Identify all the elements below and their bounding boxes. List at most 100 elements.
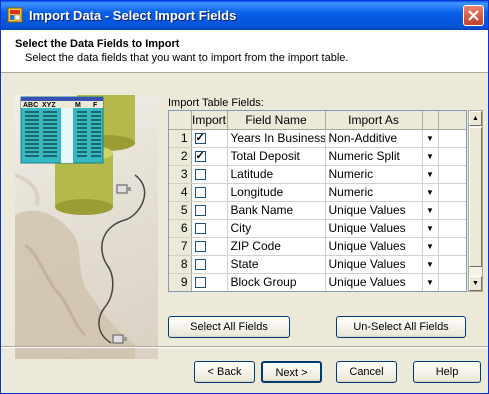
import-checkbox[interactable] — [194, 205, 206, 217]
table-row[interactable]: 5 Bank Name Unique Values ▼ — [169, 201, 466, 220]
blank-cell — [438, 129, 466, 148]
blank-cell — [438, 237, 466, 256]
back-button[interactable]: < Back — [194, 361, 255, 383]
cancel-button[interactable]: Cancel — [336, 361, 397, 383]
help-button[interactable]: Help — [413, 361, 481, 383]
import-as-dropdown[interactable]: ▼ — [422, 255, 439, 274]
field-name-cell[interactable]: Years In Business — [227, 129, 326, 148]
import-column-header[interactable]: Import — [191, 111, 228, 130]
row-number: 2 — [169, 147, 192, 166]
import-as-cell[interactable]: Unique Values — [325, 201, 423, 220]
dropdown-column-header — [422, 111, 439, 130]
import-checkbox[interactable]: ✓ — [194, 132, 206, 145]
import-checkbox-cell[interactable]: ✓ — [191, 147, 228, 166]
import-checkbox-cell[interactable] — [191, 237, 228, 256]
import-as-cell[interactable]: Unique Values — [325, 273, 423, 291]
field-name-cell[interactable]: Total Deposit — [227, 147, 326, 166]
dropdown-arrow-icon: ▼ — [426, 187, 434, 197]
import-as-cell[interactable]: Numeric — [325, 183, 423, 202]
import-checkbox[interactable] — [194, 259, 206, 271]
table-row[interactable]: 2 ✓ Total Deposit Numeric Split ▼ — [169, 147, 466, 166]
dropdown-arrow-icon: ▼ — [426, 277, 434, 287]
import-checkbox-cell[interactable]: ✓ — [191, 129, 228, 148]
field-name-cell[interactable]: State — [227, 255, 326, 274]
select-all-button[interactable]: Select All Fields — [168, 316, 290, 338]
header-title: Select the Data Fields to Import — [15, 38, 180, 50]
import-as-cell[interactable]: Unique Values — [325, 255, 423, 274]
scroll-thumb[interactable] — [469, 127, 482, 267]
field-name-cell[interactable]: Bank Name — [227, 201, 326, 220]
import-as-dropdown[interactable]: ▼ — [422, 201, 439, 220]
import-as-cell[interactable]: Non-Additive — [325, 129, 423, 148]
import-as-column-header[interactable]: Import As — [325, 111, 423, 130]
import-checkbox[interactable]: ✓ — [194, 150, 206, 163]
row-number: 5 — [169, 201, 192, 220]
import-checkbox-cell[interactable] — [191, 219, 228, 238]
row-number: 8 — [169, 255, 192, 274]
close-button[interactable] — [463, 5, 484, 26]
scroll-up-button[interactable]: ▲ — [469, 111, 482, 126]
import-checkbox[interactable] — [194, 277, 206, 289]
app-icon — [7, 7, 23, 23]
blank-cell — [438, 147, 466, 166]
import-checkbox-cell[interactable] — [191, 273, 228, 291]
field-name-cell[interactable]: Block Group — [227, 273, 326, 291]
table-row[interactable]: 6 City Unique Values ▼ — [169, 219, 466, 238]
import-as-cell[interactable]: Unique Values — [325, 237, 423, 256]
import-as-cell[interactable]: Numeric Split — [325, 147, 423, 166]
import-as-cell[interactable]: Unique Values — [325, 219, 423, 238]
blank-cell — [438, 165, 466, 184]
fields-grid[interactable]: Import Field Name Import As 1 ✓ Years In B… — [168, 110, 467, 292]
dropdown-arrow-icon: ▼ — [426, 169, 434, 179]
import-checkbox[interactable] — [194, 187, 206, 199]
table-row[interactable]: 7 ZIP Code Unique Values ▼ — [169, 237, 466, 256]
import-as-dropdown[interactable]: ▼ — [422, 147, 439, 166]
window-title: Import Data - Select Import Fields — [29, 8, 237, 23]
scroll-down-button[interactable]: ▼ — [469, 276, 482, 291]
field-name-cell[interactable]: Latitude — [227, 165, 326, 184]
import-checkbox-cell[interactable] — [191, 183, 228, 202]
import-as-dropdown[interactable]: ▼ — [422, 129, 439, 148]
import-as-dropdown[interactable]: ▼ — [422, 165, 439, 184]
table-row[interactable]: 8 State Unique Values ▼ — [169, 255, 466, 274]
scroll-up-icon: ▲ — [472, 115, 479, 122]
import-checkbox[interactable] — [194, 241, 206, 253]
import-checkbox-cell[interactable] — [191, 255, 228, 274]
scroll-down-icon: ▼ — [472, 280, 479, 287]
import-as-dropdown[interactable]: ▼ — [422, 219, 439, 238]
table-row[interactable]: 4 Longitude Numeric ▼ — [169, 183, 466, 202]
next-button[interactable]: Next > — [261, 361, 322, 383]
blank-cell — [438, 201, 466, 220]
import-checkbox[interactable] — [194, 169, 206, 181]
field-name-column-header[interactable]: Field Name — [227, 111, 326, 130]
grid-header-row: Import Field Name Import As — [169, 111, 466, 130]
import-checkbox-cell[interactable] — [191, 165, 228, 184]
import-as-dropdown[interactable]: ▼ — [422, 273, 439, 291]
dropdown-arrow-icon: ▼ — [426, 259, 434, 269]
title-bar[interactable]: Import Data - Select Import Fields — [1, 1, 488, 30]
grid-scrollbar[interactable]: ▲ ▼ — [468, 110, 483, 292]
field-name-cell[interactable]: City — [227, 219, 326, 238]
table-row[interactable]: 9 Block Group Unique Values ▼ — [169, 273, 466, 291]
blank-cell — [438, 183, 466, 202]
field-name-cell[interactable]: ZIP Code — [227, 237, 326, 256]
blank-column-header — [438, 111, 466, 130]
import-checkbox-cell[interactable] — [191, 201, 228, 220]
row-number: 4 — [169, 183, 192, 202]
field-name-cell[interactable]: Longitude — [227, 183, 326, 202]
import-as-cell[interactable]: Numeric — [325, 165, 423, 184]
illustration-graphic: ABC XYZ M F — [15, 95, 146, 359]
table-row[interactable]: 3 Latitude Numeric ▼ — [169, 165, 466, 184]
import-as-dropdown[interactable]: ▼ — [422, 183, 439, 202]
import-illustration: ABC XYZ M F — [15, 95, 158, 359]
import-as-dropdown[interactable]: ▼ — [422, 237, 439, 256]
row-number: 9 — [169, 273, 192, 291]
table-row[interactable]: 1 ✓ Years In Business Non-Additive ▼ — [169, 129, 466, 148]
row-number: 7 — [169, 237, 192, 256]
import-checkbox[interactable] — [194, 223, 206, 235]
dropdown-arrow-icon: ▼ — [426, 133, 434, 143]
illus-col-f: F — [93, 102, 98, 109]
unselect-all-button[interactable]: Un-Select All Fields — [336, 316, 466, 338]
dropdown-arrow-icon: ▼ — [426, 241, 434, 251]
illus-col-m: M — [75, 102, 81, 109]
